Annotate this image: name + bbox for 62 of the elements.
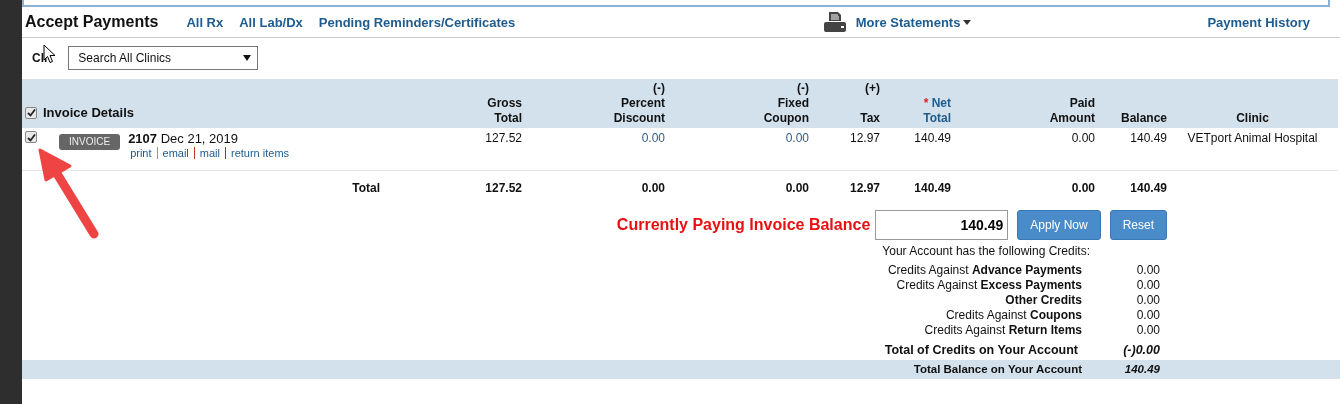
- total-cell: 140.49: [914, 181, 951, 195]
- credit-value: 0.00: [1135, 308, 1160, 323]
- table-cell: 0.00: [1071, 131, 1095, 145]
- credit-label: Credits Against Advance Payments: [886, 263, 1082, 278]
- credit-label: Other Credits: [1004, 293, 1082, 308]
- invoice-badge[interactable]: INVOICE: [59, 134, 121, 150]
- caret-icon: [963, 19, 972, 25]
- column-header: (-) Fixed Coupon: [763, 81, 809, 126]
- table-cell: 127.52: [485, 131, 522, 145]
- table-cell: 0.00: [641, 131, 665, 145]
- invoice-number-date: 2107 Dec 21, 2019: [128, 131, 239, 146]
- column-header: * Net Total: [923, 96, 951, 126]
- nav-link[interactable]: All Rx: [186, 14, 224, 30]
- total-balance-value: 140.49: [1123, 362, 1160, 377]
- credit-label: Credits Against Coupons: [944, 308, 1082, 323]
- row-checkbox[interactable]: [25, 131, 37, 143]
- total-cell: 0.00: [641, 181, 665, 195]
- credit-label: Credits Against Return Items: [923, 323, 1082, 338]
- nav-link[interactable]: Pending Reminders/Certificates: [318, 14, 516, 30]
- table-cell: 140.49: [914, 131, 951, 145]
- credit-value: 0.00: [1135, 293, 1160, 308]
- table-cell: VETport Animal Hospital: [1187, 131, 1318, 145]
- total-cell: 12.97: [849, 181, 880, 195]
- payment-history-link[interactable]: Payment History: [1207, 14, 1310, 30]
- invoice-action-link[interactable]: email: [162, 147, 189, 159]
- column-header: (+) Tax: [860, 81, 880, 126]
- table-cell: 12.97: [849, 131, 880, 145]
- credits-intro: Your Account has the following Credits:: [881, 244, 1091, 259]
- action-button[interactable]: Apply Now: [1017, 210, 1101, 240]
- select-all-checkbox[interactable]: [25, 106, 37, 119]
- caret-icon: [243, 55, 252, 61]
- invoice-action-link[interactable]: mail: [199, 147, 220, 159]
- nav-link[interactable]: All Lab/Dx: [239, 14, 303, 30]
- more-statements-menu[interactable]: More Statements: [855, 14, 972, 30]
- column-header: (-) Percent Discount: [613, 81, 665, 126]
- invoice-action-link[interactable]: print: [130, 147, 152, 159]
- page-title: Accept Payments: [25, 13, 159, 31]
- total-label: Total: [352, 181, 380, 195]
- total-cell: 0.00: [1071, 181, 1095, 195]
- total-credits-value: (-)0.00: [1122, 342, 1160, 358]
- column-header: Paid Amount: [1049, 96, 1095, 126]
- total-balance-label: Total Balance on Your Account: [912, 362, 1082, 377]
- printer-icon[interactable]: [823, 12, 846, 32]
- column-header: Clinic: [1236, 111, 1269, 126]
- total-cell: 140.49: [1130, 181, 1167, 195]
- credit-value: 0.00: [1135, 278, 1160, 293]
- total-cell: 0.00: [785, 181, 809, 195]
- total-cell: 127.52: [485, 181, 522, 195]
- action-button[interactable]: Reset: [1109, 210, 1167, 240]
- clinic-dropdown[interactable]: Search All Clinics: [68, 46, 259, 70]
- column-header: Gross Total: [487, 96, 522, 126]
- column-header: Invoice Details: [43, 105, 135, 120]
- paying-balance-label: Currently Paying Invoice Balance: [616, 216, 871, 234]
- credit-value: 0.00: [1135, 263, 1160, 278]
- credit-value: 0.00: [1135, 323, 1160, 338]
- column-header: Balance: [1120, 111, 1167, 126]
- table-cell: 0.00: [785, 131, 809, 145]
- total-credits-label: Total of Credits on Your Account: [883, 342, 1079, 358]
- credit-label: Credits Against Excess Payments: [895, 278, 1082, 293]
- amount-field[interactable]: 140.49: [875, 210, 1009, 240]
- invoice-action-link[interactable]: return items: [231, 147, 290, 159]
- table-cell: 140.49: [1130, 131, 1167, 145]
